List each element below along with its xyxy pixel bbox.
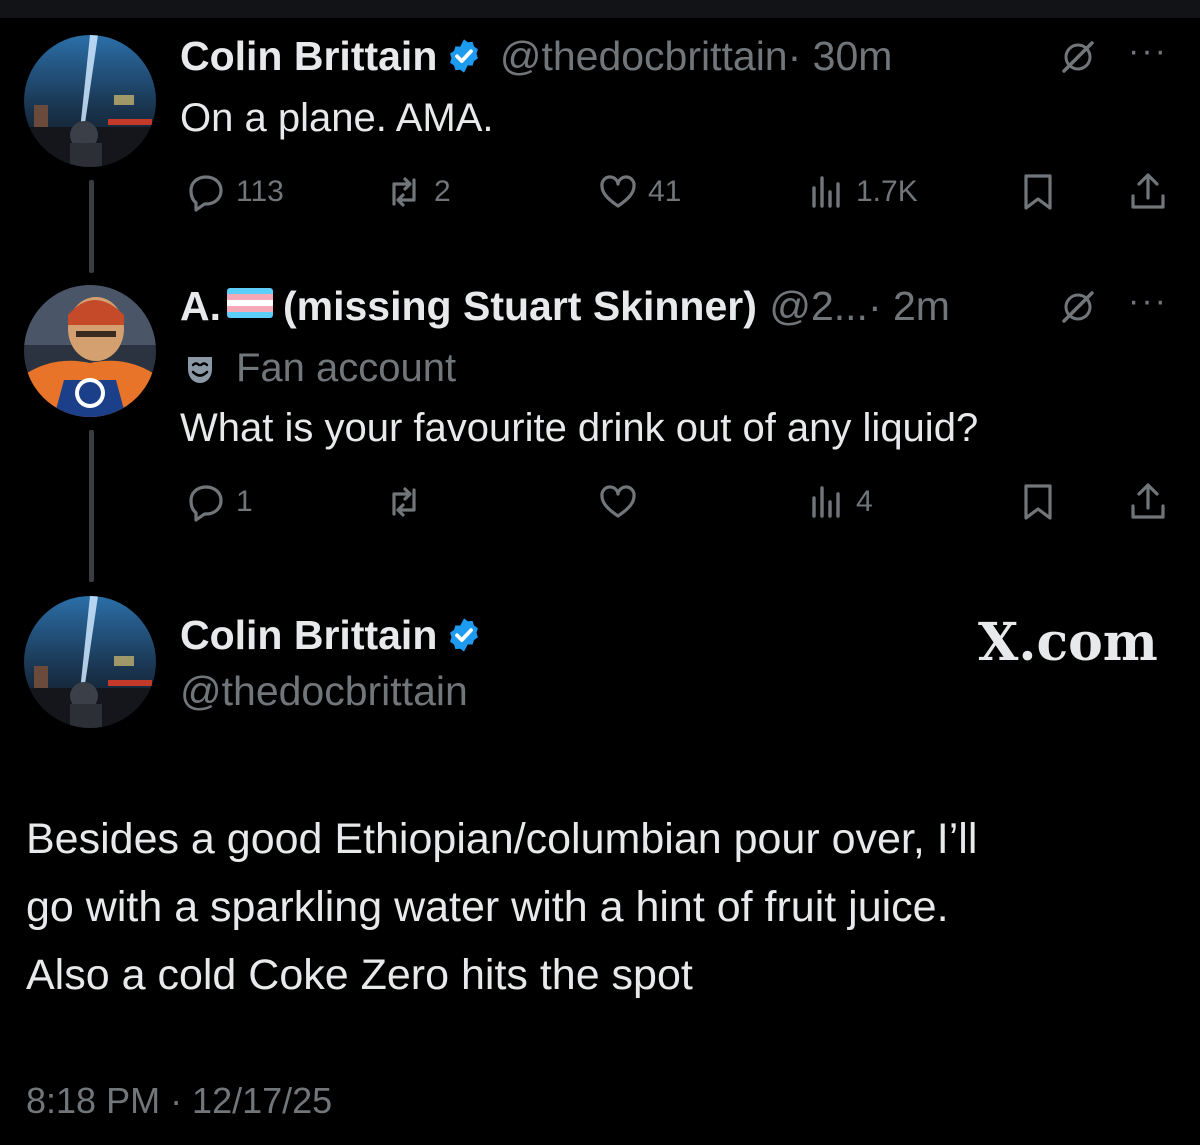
reply-count: 1 <box>236 485 253 518</box>
main-tweet-line: Besides a good Ethiopian/columbian pour … <box>26 815 978 863</box>
handle[interactable]: @thedocbrittain <box>180 668 468 715</box>
main-tweet-line: go with a sparkling water with a hint of… <box>26 883 949 931</box>
like-count: 41 <box>648 175 682 208</box>
repost-count: 2 <box>434 175 451 208</box>
repost-button[interactable]: 2 <box>384 170 451 214</box>
views-button[interactable]: 1.7K <box>806 170 918 214</box>
thread-line <box>89 430 94 582</box>
share-icon <box>1131 173 1165 209</box>
grok-icon[interactable] <box>1058 287 1098 327</box>
like-button[interactable]: 41 <box>598 170 681 214</box>
reply-icon <box>189 485 223 522</box>
repost-button[interactable] <box>384 480 434 524</box>
display-name[interactable]: Colin Brittain <box>180 612 437 658</box>
avatar-colin-brittain[interactable] <box>24 596 156 728</box>
grok-icon[interactable] <box>1058 37 1098 77</box>
heart-icon <box>600 485 636 518</box>
display-name[interactable]: Colin Brittain <box>180 33 437 79</box>
tweet-text: On a plane. AMA. <box>180 96 494 140</box>
display-name-prefix[interactable]: A. <box>180 283 221 329</box>
view-count: 1.7K <box>856 175 918 208</box>
theater-mask-icon <box>188 356 212 383</box>
views-bar-chart-icon <box>812 486 840 518</box>
handle[interactable]: @2... <box>769 283 868 329</box>
reply-icon <box>189 175 223 212</box>
fan-account-label: Fan account <box>180 346 456 391</box>
more-dots-icon[interactable]: ··· <box>1128 32 1168 71</box>
timestamp[interactable]: · 2m <box>868 283 950 329</box>
status-bar-strip <box>0 0 1200 18</box>
tweet-text: What is your favourite drink out of any … <box>180 406 979 450</box>
tweet-1-header: Colin Brittain @thedocbrittain· 30m <box>180 33 892 80</box>
heart-icon <box>600 175 636 208</box>
timestamp[interactable]: · 30m <box>788 33 893 79</box>
reply-button[interactable]: 1 <box>186 480 253 524</box>
verified-badge-icon <box>450 39 479 73</box>
bookmark-button[interactable] <box>1018 170 1058 214</box>
fan-account-text: Fan account <box>236 346 457 390</box>
repost-icon <box>392 487 416 517</box>
bookmark-icon <box>1024 174 1052 210</box>
avatar-colin-brittain[interactable] <box>24 35 156 167</box>
tweet-2-header: A. (missing Stuart Skinner) @2...· 2m <box>180 283 950 330</box>
main-tweet-text: Besides a good Ethiopian/columbian pour … <box>26 805 977 1009</box>
verified-badge-icon <box>450 618 479 652</box>
main-tweet-timestamp[interactable]: 8:18 PM · 12/17/25 <box>26 1080 332 1122</box>
main-tweet-line: Also a cold Coke Zero hits the spot <box>26 951 693 999</box>
main-tweet-name-row: Colin Brittain <box>180 612 483 659</box>
display-name-suffix[interactable]: (missing Stuart Skinner) <box>283 283 757 329</box>
avatar-fan-account[interactable] <box>24 285 156 417</box>
bookmark-button[interactable] <box>1018 480 1058 524</box>
handle[interactable]: @thedocbrittain <box>500 33 788 79</box>
view-count: 4 <box>856 485 873 518</box>
views-button[interactable]: 4 <box>806 480 873 524</box>
thread-line <box>89 180 94 273</box>
reply-count: 113 <box>236 175 284 208</box>
like-button[interactable] <box>598 480 648 524</box>
more-dots-icon[interactable]: ··· <box>1128 282 1168 321</box>
reply-button[interactable]: 113 <box>186 170 284 214</box>
share-button[interactable] <box>1128 480 1168 524</box>
repost-icon <box>392 177 416 207</box>
views-bar-chart-icon <box>812 176 840 208</box>
trans-flag-emoji <box>227 288 273 318</box>
x-com-logo: X.com <box>978 612 1158 673</box>
bookmark-icon <box>1024 484 1052 520</box>
share-button[interactable] <box>1128 170 1168 214</box>
share-icon <box>1131 483 1165 519</box>
